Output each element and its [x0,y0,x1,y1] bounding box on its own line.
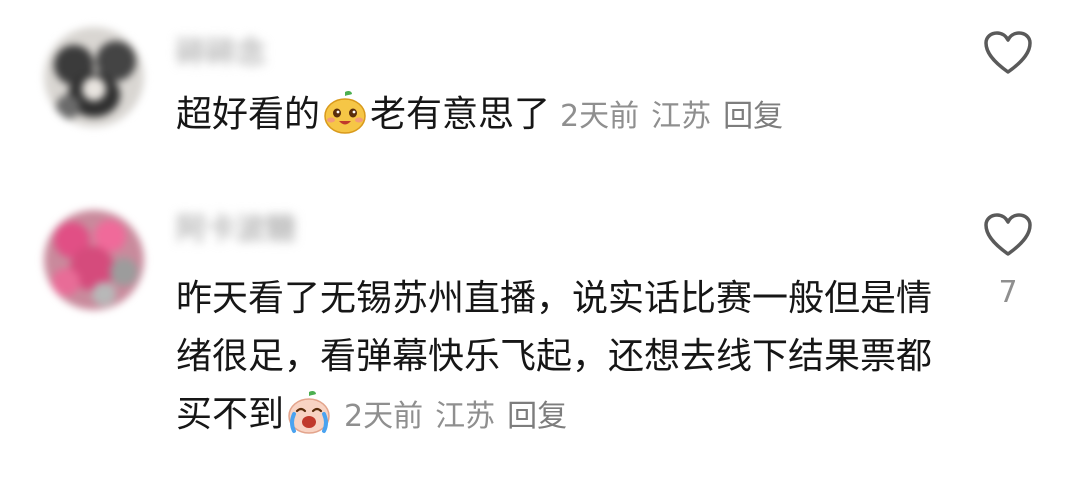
comment-text: 昨天看了无锡苏州直播，说实话比赛一般但是情绪很足，看弹幕快乐飞起，还想去线下结果… [176,270,946,446]
avatar[interactable] [44,27,144,127]
like-button[interactable]: 7 [980,212,1036,310]
comment-text-part: 超好看的 [176,94,321,135]
username[interactable]: 碎碎念 [176,36,266,72]
heart-outline-icon [984,213,1032,256]
comment-time: 2天前 [344,399,424,434]
heart-outline-icon [984,31,1032,74]
comment-location: 江苏 [435,399,496,434]
reply-button[interactable]: 回复 [507,399,567,434]
like-count: 7 [998,275,1018,310]
like-button[interactable] [980,30,1036,94]
comment-location: 江苏 [651,99,712,134]
smiling-pear-emoji-icon [322,89,368,135]
avatar[interactable] [44,210,144,310]
comment-text: 超好看的 老有意思了 2天前 江苏 回复 [176,86,946,146]
reply-button[interactable]: 回复 [723,99,783,134]
crying-pear-emoji-icon [286,389,332,435]
comment-item: 碎碎念 超好看的 老有意思了 2天前 江苏 回复 [0,0,1080,190]
username[interactable]: 阿卡波糖 [176,212,296,248]
comment-time: 2天前 [560,99,640,134]
comment-meta: 2天前 江苏 回复 [560,99,795,134]
comment-text-part: 老有意思了 [370,94,551,135]
comment-meta: 2天前 江苏 回复 [344,399,579,434]
comment-item: 阿卡波糖 昨天看了无锡苏州直播，说实话比赛一般但是情绪很足，看弹幕快乐飞起，还想… [0,190,1080,480]
comment-list: 碎碎念 超好看的 老有意思了 2天前 江苏 回复 阿卡波糖 昨天看了无锡苏州直播… [0,0,1080,480]
